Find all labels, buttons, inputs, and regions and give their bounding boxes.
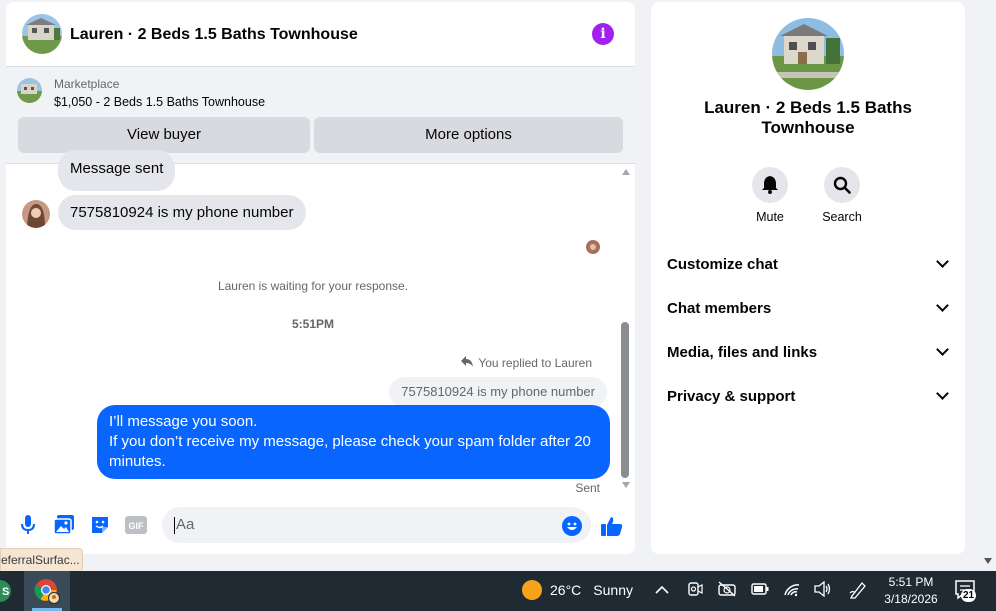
section-label: Chat members bbox=[667, 299, 772, 317]
details-title-line: Lauren · 2 Beds 1.5 Baths bbox=[704, 98, 912, 117]
chevron-down-icon bbox=[936, 255, 949, 268]
more-options-button[interactable]: More options bbox=[314, 117, 623, 153]
pinned-app-icon[interactable]: S bbox=[0, 571, 14, 611]
bell-icon bbox=[752, 167, 788, 203]
chevron-down-icon bbox=[936, 343, 949, 356]
mute-label: Mute bbox=[756, 210, 784, 224]
text-cursor bbox=[174, 516, 175, 534]
notification-count-badge: 21 bbox=[961, 589, 977, 602]
search-button[interactable]: Search bbox=[812, 167, 872, 224]
temperature: 26°C bbox=[550, 582, 582, 598]
meet-now-icon[interactable] bbox=[685, 581, 705, 601]
quoted-message[interactable]: 7575810924 is my phone number bbox=[389, 377, 607, 407]
scrollbar-thumb[interactable] bbox=[621, 322, 629, 478]
photo-icon[interactable] bbox=[53, 514, 75, 536]
chevron-up-icon[interactable] bbox=[652, 581, 672, 601]
scroll-up-arrow-icon[interactable] bbox=[622, 169, 630, 175]
volume-icon[interactable] bbox=[813, 580, 833, 601]
incoming-message[interactable]: 7575810924 is my phone number bbox=[58, 195, 306, 230]
pen-icon[interactable] bbox=[848, 581, 868, 601]
search-icon bbox=[824, 167, 860, 203]
privacy-support-section[interactable]: Privacy & support bbox=[667, 381, 951, 411]
waiting-notice: Lauren is waiting for your response. bbox=[217, 279, 409, 293]
reply-context-label: You replied to Lauren bbox=[478, 356, 592, 370]
svg-text:GIF: GIF bbox=[129, 521, 145, 531]
message-scrollbar[interactable] bbox=[619, 167, 633, 497]
customize-chat-section[interactable]: Customize chat bbox=[667, 249, 951, 279]
chevron-down-icon bbox=[936, 299, 949, 312]
clock-date: 3/18/2026 bbox=[884, 592, 938, 606]
delivery-status: Sent bbox=[575, 481, 600, 495]
thumbs-up-icon[interactable] bbox=[600, 514, 624, 538]
chrome-taskbar-icon[interactable] bbox=[24, 571, 70, 611]
windows-taskbar: S 26°C Sunny 5:51 PM 3/18/2026 21 bbox=[0, 571, 996, 611]
message-bubble[interactable]: Message sent bbox=[58, 150, 176, 191]
svg-text:S: S bbox=[2, 586, 9, 598]
status-tooltip: eferralSurfac... bbox=[0, 548, 83, 572]
gif-icon[interactable]: GIF bbox=[125, 514, 147, 536]
details-title-line: Townhouse bbox=[761, 118, 855, 137]
clock-time: 5:51 PM bbox=[888, 575, 934, 589]
chat-header: Lauren · 2 Beds 1.5 Baths Townhouse i bbox=[6, 2, 635, 67]
sticker-icon[interactable] bbox=[89, 514, 111, 536]
microphone-icon[interactable] bbox=[17, 514, 39, 536]
conversation-avatar[interactable] bbox=[22, 14, 62, 54]
timestamp-separator: 5:51PM bbox=[291, 317, 335, 331]
emoji-icon[interactable] bbox=[562, 516, 582, 536]
message-input[interactable]: Aa bbox=[162, 507, 591, 543]
marketplace-label: Marketplace bbox=[54, 77, 120, 91]
outgoing-line: minutes. bbox=[109, 453, 166, 470]
section-label: Media, files and links bbox=[667, 343, 818, 361]
media-files-links-section[interactable]: Media, files and links bbox=[667, 337, 951, 367]
message-list: Message sent 7575810924 is my phone numb… bbox=[6, 150, 635, 500]
outgoing-line: If you don’t receive my message, please … bbox=[109, 433, 591, 450]
chat-panel: Lauren · 2 Beds 1.5 Baths Townhouse i Ma… bbox=[6, 2, 635, 554]
outgoing-message[interactable]: I’ll message you soon. If you don’t rece… bbox=[97, 405, 610, 479]
weather-widget[interactable]: 26°C Sunny bbox=[522, 580, 633, 600]
weather-condition: Sunny bbox=[593, 582, 633, 598]
wifi-icon[interactable] bbox=[782, 581, 802, 601]
details-avatar[interactable] bbox=[772, 18, 844, 90]
reply-arrow-icon bbox=[461, 356, 474, 370]
conversation-details-panel: Lauren · 2 Beds 1.5 Baths Townhouse Mute… bbox=[651, 2, 965, 554]
battery-icon[interactable] bbox=[750, 581, 770, 601]
listing-summary[interactable]: $1,050 - 2 Beds 1.5 Baths Townhouse bbox=[54, 95, 265, 109]
section-label: Customize chat bbox=[667, 255, 778, 273]
system-clock[interactable]: 5:51 PM 3/18/2026 bbox=[876, 574, 946, 608]
view-buyer-button[interactable]: View buyer bbox=[18, 117, 310, 153]
scroll-down-arrow-icon[interactable] bbox=[622, 482, 630, 488]
sun-icon bbox=[522, 580, 542, 600]
message-input-placeholder: Aa bbox=[176, 516, 195, 533]
conversation-title[interactable]: Lauren · 2 Beds 1.5 Baths Townhouse bbox=[70, 26, 358, 44]
lauren-avatar[interactable] bbox=[22, 200, 50, 228]
chat-members-section[interactable]: Chat members bbox=[667, 293, 951, 323]
reply-context: You replied to Lauren bbox=[461, 356, 592, 370]
page-scroll-down-icon[interactable] bbox=[984, 558, 992, 564]
camera-off-icon[interactable] bbox=[717, 581, 737, 601]
seen-indicator-avatar bbox=[586, 240, 600, 254]
details-title: Lauren · 2 Beds 1.5 Baths Townhouse bbox=[651, 98, 965, 138]
outgoing-line: I’ll message you soon. bbox=[109, 413, 258, 430]
mute-button[interactable]: Mute bbox=[740, 167, 800, 224]
listing-thumbnail[interactable] bbox=[17, 78, 42, 103]
search-label: Search bbox=[822, 210, 862, 224]
section-label: Privacy & support bbox=[667, 387, 796, 405]
chevron-down-icon bbox=[936, 387, 949, 400]
composer: GIF Aa bbox=[6, 502, 635, 554]
info-icon[interactable]: i bbox=[592, 23, 614, 45]
